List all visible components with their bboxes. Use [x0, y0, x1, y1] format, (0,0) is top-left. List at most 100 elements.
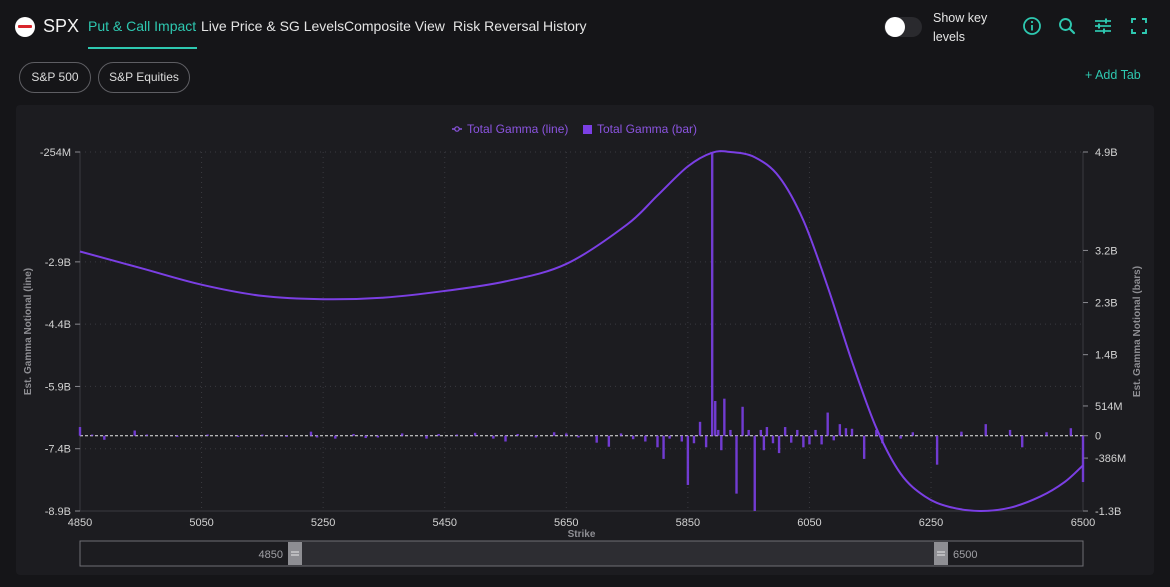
gamma-bar	[376, 435, 380, 438]
gamma-bar	[236, 435, 240, 437]
gamma-bar	[565, 433, 568, 436]
y-left-tick-label: -8.9B	[45, 506, 71, 518]
x-axis-title: Strike	[568, 529, 596, 540]
y-left-tick-label: -7.4B	[45, 444, 71, 456]
y-left-tick-label: -254M	[40, 147, 71, 159]
slider-handle-end[interactable]	[934, 542, 948, 565]
gamma-bar	[668, 435, 671, 439]
y-left-tick-label: -2.9B	[45, 257, 71, 269]
gamma-bar	[802, 435, 805, 448]
chip-sp-equities[interactable]: S&P Equities	[98, 62, 190, 93]
gamma-bar	[619, 433, 623, 436]
active-tab-indicator	[88, 47, 197, 49]
legend-label-bar[interactable]: Total Gamma (bar)	[597, 122, 697, 136]
gamma-line	[79, 150, 1084, 513]
gamma-bar	[762, 435, 766, 451]
gamma-bar	[90, 434, 94, 436]
gamma-bar	[710, 152, 714, 436]
gamma-bar	[899, 435, 902, 439]
slider-handle-start[interactable]	[288, 542, 302, 565]
toggle-knob	[885, 17, 905, 37]
gamma-bar	[644, 435, 647, 442]
slider-selection[interactable]	[302, 541, 934, 566]
tab-composite-view[interactable]: Composite View	[344, 18, 445, 34]
gamma-bar	[577, 435, 580, 438]
fullscreen-icon[interactable]	[1129, 16, 1149, 36]
slider-end-label: 6500	[953, 549, 977, 561]
gamma-bar	[723, 398, 726, 436]
gamma-chart: 4850 5050 5250 5450 5650 5850 6050 6250 6500 -254…	[23, 122, 1143, 567]
gamma-bar	[656, 435, 659, 448]
gamma-bar	[850, 428, 854, 436]
gamma-bar	[844, 428, 848, 436]
gamma-bar	[492, 435, 495, 439]
chip-sp500[interactable]: S&P 500	[19, 62, 91, 93]
gamma-bar	[796, 429, 799, 436]
info-icon[interactable]	[1022, 16, 1042, 36]
slider-start-label: 4850	[259, 549, 283, 561]
y-right-tick-label: 2.3B	[1095, 298, 1118, 310]
tab-live-price[interactable]: Live Price & SG Levels	[201, 18, 344, 34]
x-tick-label: 5450	[432, 517, 456, 529]
chart-panel: 4850 5050 5250 5450 5650 5850 6050 6250 6500 -254…	[16, 105, 1154, 575]
gamma-bar	[777, 435, 781, 454]
tab-risk-reversal[interactable]: Risk Reversal	[453, 18, 539, 34]
show-key-levels-toggle[interactable]	[884, 17, 922, 37]
gamma-bar	[425, 435, 428, 439]
gamma-bar	[729, 429, 732, 436]
legend-label-line[interactable]: Total Gamma (line)	[467, 122, 568, 136]
gamma-bar	[400, 433, 404, 436]
gamma-bar	[735, 435, 738, 494]
x-tick-label: 5850	[676, 517, 700, 529]
x-tick-label: 6050	[797, 517, 821, 529]
y-right-tick-label: -1.3B	[1095, 506, 1121, 518]
gamma-bar	[826, 412, 829, 436]
chart-axes: 4850 5050 5250 5450 5650 5850 6050 6250 6500 -254…	[23, 147, 1143, 540]
gamma-bar	[1069, 428, 1073, 436]
y-right-tick-label: 514M	[1095, 401, 1123, 413]
ticker-title: SPX	[43, 16, 80, 36]
gamma-bar	[771, 435, 775, 444]
gamma-bar	[145, 434, 149, 436]
gamma-bar	[960, 431, 963, 436]
gamma-bar	[1008, 429, 1012, 436]
y-right-tick-label: -386M	[1095, 453, 1126, 465]
gamma-bar	[720, 435, 723, 451]
gamma-bar	[133, 430, 136, 436]
x-tick-label: 5650	[554, 517, 578, 529]
tab-history[interactable]: History	[543, 18, 587, 34]
gamma-bar	[714, 400, 717, 436]
gamma-bar	[309, 431, 313, 436]
gamma-bar	[753, 435, 756, 511]
y-right-tick-label: 3.2B	[1095, 245, 1118, 257]
tab-put-call-impact[interactable]: Put & Call Impact	[88, 18, 196, 34]
y-left-tick-label: -5.9B	[45, 381, 71, 393]
y-right-axis-title: Est. Gamma Notional (bars)	[1132, 266, 1143, 397]
chart-grid	[79, 151, 1084, 512]
gamma-bar	[552, 432, 556, 436]
gamma-bar	[315, 435, 319, 438]
y-left-axis-title: Est. Gamma Notional (line)	[23, 268, 34, 395]
gamma-bar	[808, 435, 811, 445]
gamma-bar	[680, 435, 683, 442]
sliders-icon[interactable]	[1093, 16, 1113, 36]
gamma-bar	[741, 406, 744, 436]
y-right-tick-label: 0	[1095, 431, 1101, 443]
x-tick-label: 5250	[311, 517, 335, 529]
add-tab-button[interactable]: + Add Tab	[1085, 68, 1141, 82]
gamma-bar	[935, 435, 939, 465]
x-tick-label: 4850	[68, 517, 92, 529]
gamma-bar	[814, 429, 817, 436]
gamma-bar	[516, 433, 519, 436]
gamma-bar	[838, 424, 842, 436]
y-right-tick-label: 1.4B	[1095, 350, 1118, 362]
gamma-bar	[176, 435, 179, 437]
gamma-bar	[334, 435, 337, 439]
gamma-bar	[1021, 435, 1024, 448]
gamma-line-layer	[79, 150, 1084, 513]
gamma-bar	[103, 435, 106, 440]
gamma-bar	[631, 435, 635, 440]
gamma-bar	[862, 435, 866, 459]
search-icon[interactable]	[1057, 16, 1077, 36]
gamma-bar	[820, 435, 823, 445]
